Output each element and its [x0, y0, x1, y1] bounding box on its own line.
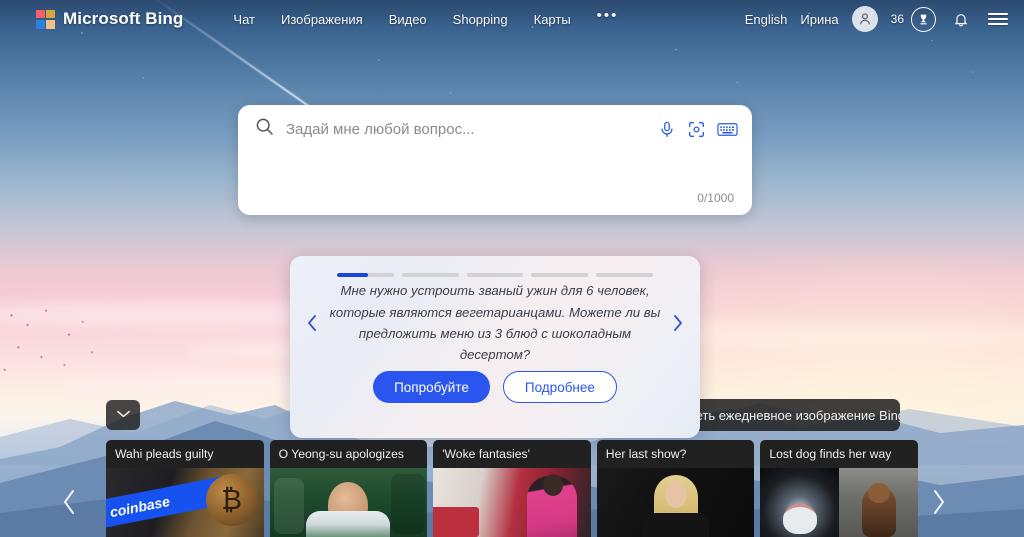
suggestion-next-chevron-right-icon[interactable]	[664, 313, 692, 333]
news-card[interactable]: Her last show?	[596, 440, 755, 537]
try-it-button[interactable]: Попробуйте	[373, 371, 490, 403]
search-input-row	[238, 105, 752, 153]
suggestion-card: Мне нужно устроить званый ужин для 6 чел…	[290, 256, 700, 438]
progress-segment-2[interactable]	[401, 273, 459, 277]
collapse-news-button[interactable]	[106, 400, 140, 430]
rewards-button[interactable]: 36	[890, 6, 936, 32]
brand-label: Microsoft Bing	[63, 9, 184, 28]
news-prev-chevron-left-icon[interactable]	[52, 480, 86, 524]
keyboard-icon[interactable]	[717, 121, 738, 138]
header-right-cluster: English Ирина 36	[745, 6, 1010, 32]
bell-icon[interactable]	[949, 7, 973, 31]
microsoft-logo-icon	[36, 9, 55, 29]
main-nav: Чат Изображения Видео Shopping Карты •••	[233, 8, 619, 27]
suggestion-prev-chevron-left-icon[interactable]	[298, 313, 326, 333]
top-header: Microsoft Bing Чат Изображения Видео Sho…	[0, 0, 1024, 38]
nav-more-ellipsis-icon[interactable]: •••	[597, 8, 619, 26]
hamburger-menu-icon[interactable]	[986, 7, 1010, 31]
news-thumbnail-lostdog	[760, 468, 918, 537]
news-card-title: Lost dog finds her way	[769, 447, 892, 461]
language-selector[interactable]: English	[745, 12, 788, 27]
microphone-icon[interactable]	[658, 120, 676, 139]
bird-flock	[0, 300, 230, 381]
chevron-down-icon	[116, 406, 131, 424]
news-card[interactable]: Lost dog finds her way	[760, 440, 918, 537]
search-box: 0/1000	[238, 105, 752, 215]
learn-more-button[interactable]: Подробнее	[502, 371, 617, 403]
bing-brand-logo[interactable]: Microsoft Bing	[36, 9, 183, 29]
news-thumbnail-yeongsu	[269, 468, 428, 537]
nav-shopping[interactable]: Shopping	[453, 12, 508, 27]
suggestion-actions: Попробуйте Подробнее	[290, 371, 700, 403]
carousel-progress	[290, 256, 700, 277]
news-thumbnail-coinbase	[106, 468, 264, 537]
person-avatar-icon[interactable]	[851, 6, 878, 32]
news-carousel: Wahi pleads guilty O Yeong-su apologizes…	[106, 440, 918, 537]
search-tools	[658, 120, 738, 139]
nav-chat[interactable]: Чат	[233, 12, 255, 27]
news-card[interactable]: 'Woke fantasies'	[433, 440, 591, 537]
progress-segment-4[interactable]	[531, 273, 589, 277]
user-name-label[interactable]: Ирина	[800, 12, 838, 27]
suggestion-prompt-text: Мне нужно устроить званый ужин для 6 чел…	[329, 283, 661, 363]
news-thumbnail-woke	[433, 468, 591, 537]
news-next-chevron-right-icon[interactable]	[922, 480, 956, 524]
news-thumbnail-herlastshow	[596, 468, 755, 537]
search-input[interactable]	[286, 120, 658, 138]
visual-search-camera-icon[interactable]	[687, 120, 706, 139]
news-card-title: Her last show?	[605, 447, 687, 461]
search-magnifier-icon	[254, 116, 275, 142]
character-counter: 0/1000	[697, 191, 734, 205]
progress-segment-5[interactable]	[596, 273, 653, 277]
news-card-title: 'Woke fantasies'	[442, 447, 530, 461]
rewards-trophy-icon	[911, 6, 936, 32]
news-card-title: O Yeong-su apologizes	[278, 447, 404, 461]
rewards-points-count: 36	[890, 12, 904, 26]
news-card-title: Wahi pleads guilty	[115, 447, 214, 461]
nav-video[interactable]: Видео	[389, 12, 427, 27]
nav-maps[interactable]: Карты	[534, 12, 571, 27]
news-card[interactable]: Wahi pleads guilty	[106, 440, 264, 537]
suggestion-body: Мне нужно устроить званый ужин для 6 чел…	[290, 277, 700, 369]
progress-segment-3[interactable]	[466, 273, 524, 277]
nav-images[interactable]: Изображения	[281, 12, 363, 27]
news-card[interactable]: O Yeong-su apologizes	[269, 440, 428, 537]
progress-segment-1[interactable]	[337, 273, 394, 277]
